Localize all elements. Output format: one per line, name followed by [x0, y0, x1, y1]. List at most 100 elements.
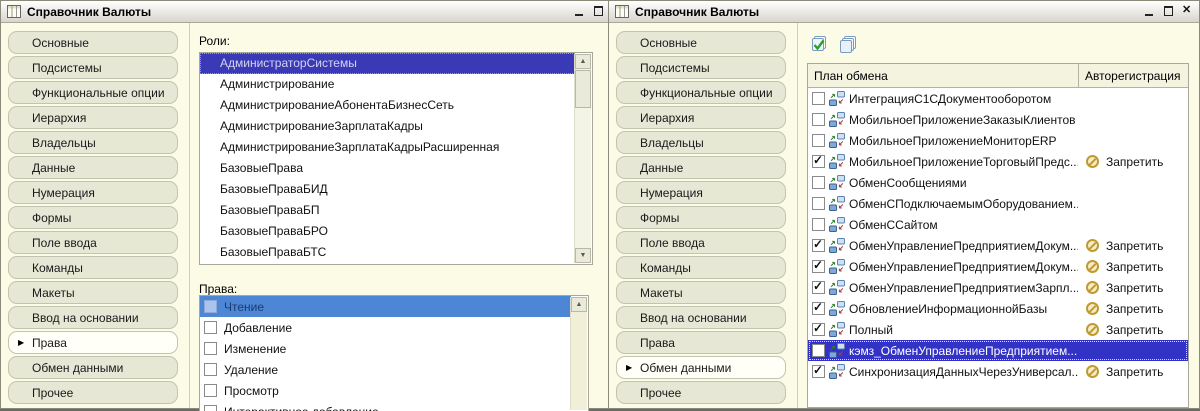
sidebar-tab[interactable]: ▶ Права: [616, 331, 786, 354]
sidebar-tab[interactable]: ▶ Макеты: [8, 281, 178, 304]
sidebar-tab[interactable]: ▶ Поле ввода: [8, 231, 178, 254]
exchange-plan-row[interactable]: ✓ МобильноеПриложениеМониторERP: [808, 130, 1188, 151]
clear-all-flags-button[interactable]: [838, 34, 858, 54]
sidebar-tab[interactable]: ▶ Поле ввода: [616, 231, 786, 254]
exchange-plan-checkbox[interactable]: ✓: [812, 218, 825, 231]
sidebar-tab[interactable]: ▶ Иерархия: [8, 106, 178, 129]
exchange-plan-row[interactable]: ✓ МобильноеПриложениеТорговыйПредс... За…: [808, 151, 1188, 172]
exchange-plan-cell: ✓ ОбменУправлениеПредприятиемДокум...: [808, 238, 1078, 254]
sidebar-tab-label: Основные: [32, 36, 89, 50]
exchange-plan-row[interactable]: ✓ ОбменСообщениями: [808, 172, 1188, 193]
maximize-icon[interactable]: [593, 6, 604, 17]
set-all-flags-button[interactable]: [809, 34, 829, 54]
exchange-plan-checkbox[interactable]: ✓: [812, 155, 825, 168]
exchange-plan-row[interactable]: ✓ ОбменУправлениеПредприятиемДокум... За…: [808, 235, 1188, 256]
exchange-plan-row[interactable]: ✓ ОбменСПодключаемымОборудованием...: [808, 193, 1188, 214]
exchange-plan-checkbox[interactable]: ✓: [812, 281, 825, 294]
sidebar-tab[interactable]: ▶ Нумерация: [8, 181, 178, 204]
maximize-icon[interactable]: [1163, 6, 1174, 17]
right-list-item[interactable]: ✓ Интерактивное добавление: [200, 401, 571, 411]
sidebar-tab[interactable]: ▶ Владельцы: [8, 131, 178, 154]
exchange-plan-checkbox[interactable]: ✓: [812, 302, 825, 315]
roles-scrollbar[interactable]: ▲ ▼: [574, 54, 591, 263]
exchange-plan-row[interactable]: ✓ ОбменУправлениеПредприятиемДокум... За…: [808, 256, 1188, 277]
exchange-plan-checkbox[interactable]: ✓: [812, 323, 825, 336]
role-list-item[interactable]: БазовыеПраваБТС: [200, 242, 575, 263]
scrollbar-thumb[interactable]: [575, 70, 591, 108]
right-checkbox[interactable]: ✓: [204, 384, 217, 397]
right-list-item[interactable]: ✓ Добавление: [200, 317, 571, 338]
role-list-item[interactable]: БазовыеПраваБРО: [200, 221, 575, 242]
title-bar[interactable]: Справочник Валюты: [609, 1, 1199, 23]
right-list-item[interactable]: ✓ Чтение: [200, 296, 571, 317]
sidebar-tab[interactable]: ▶ Функциональные опции: [616, 81, 786, 104]
close-icon[interactable]: [1182, 6, 1193, 17]
sidebar-tab[interactable]: ▶ Ввод на основании: [616, 306, 786, 329]
sidebar-tab[interactable]: ▶ Основные: [616, 31, 786, 54]
minimize-icon[interactable]: [1144, 6, 1155, 17]
exchange-plan-checkbox[interactable]: ✓: [812, 92, 825, 105]
sidebar-tab[interactable]: ▶ Подсистемы: [8, 56, 178, 79]
sidebar-tab[interactable]: ▶ Данные: [616, 156, 786, 179]
sidebar-tab[interactable]: ▶ Формы: [616, 206, 786, 229]
sidebar-tab[interactable]: ▶ Нумерация: [616, 181, 786, 204]
exchange-plan-row[interactable]: ✓ кэмз_ОбменУправлениеПредприятием...: [808, 340, 1188, 361]
exchange-plan-checkbox[interactable]: ✓: [812, 344, 825, 357]
right-checkbox[interactable]: ✓: [204, 363, 217, 376]
right-list-item[interactable]: ✓ Просмотр: [200, 380, 571, 401]
sidebar-tab[interactable]: ▶ Ввод на основании: [8, 306, 178, 329]
role-list-item[interactable]: БазовыеПрава: [200, 158, 575, 179]
sidebar-tab[interactable]: ▶ Иерархия: [616, 106, 786, 129]
exchange-plan-checkbox[interactable]: ✓: [812, 113, 825, 126]
exchange-plan-checkbox[interactable]: ✓: [812, 134, 825, 147]
sidebar-tab[interactable]: ▶ Обмен данными: [8, 356, 178, 379]
title-bar[interactable]: Справочник Валюты: [1, 1, 629, 23]
exchange-plan-checkbox[interactable]: ✓: [812, 260, 825, 273]
exchange-plan-row[interactable]: ✓ МобильноеПриложениеЗаказыКлиентов: [808, 109, 1188, 130]
rights-scrollbar[interactable]: ▲: [570, 297, 587, 410]
sidebar-tab[interactable]: ▶ Обмен данными: [616, 356, 786, 379]
sidebar-tab[interactable]: ▶ Подсистемы: [616, 56, 786, 79]
exchange-plan-row[interactable]: ✓ СинхронизацияДанныхЧерезУниверсал... З…: [808, 361, 1188, 382]
exchange-plan-checkbox[interactable]: ✓: [812, 197, 825, 210]
role-list-item[interactable]: БазовыеПраваБП: [200, 200, 575, 221]
exchange-plan-row[interactable]: ✓ ОбновлениеИнформационнойБазы Запретить: [808, 298, 1188, 319]
exchange-plan-checkbox[interactable]: ✓: [812, 176, 825, 189]
sidebar-tab[interactable]: ▶ Формы: [8, 206, 178, 229]
right-list-item[interactable]: ✓ Удаление: [200, 359, 571, 380]
right-checkbox[interactable]: ✓: [204, 342, 217, 355]
sidebar-tab[interactable]: ▶ Макеты: [616, 281, 786, 304]
scroll-up-icon[interactable]: ▲: [571, 297, 587, 312]
sidebar-tab[interactable]: ▶ Основные: [8, 31, 178, 54]
exchange-plan-row[interactable]: ✓ ОбменССайтом: [808, 214, 1188, 235]
sidebar-tab[interactable]: ▶ Прочее: [616, 381, 786, 404]
exchange-plan-checkbox[interactable]: ✓: [812, 239, 825, 252]
exchange-plan-row[interactable]: ✓ ИнтеграцияС1СДокументооборотом: [808, 88, 1188, 109]
right-checkbox[interactable]: ✓: [204, 300, 217, 313]
sidebar-tab[interactable]: ▶ Владельцы: [616, 131, 786, 154]
sidebar-tab[interactable]: ▶ Прочее: [8, 381, 178, 404]
sidebar-tab[interactable]: ▶ Функциональные опции: [8, 81, 178, 104]
role-list-item[interactable]: АдминистрированиеЗарплатаКадры: [200, 116, 575, 137]
sidebar-tab[interactable]: ▶ Права: [8, 331, 178, 354]
role-list-item[interactable]: Администрирование: [200, 74, 575, 95]
role-label: АдминистрированиеАбонентаБизнесСеть: [220, 98, 454, 112]
scroll-down-icon[interactable]: ▼: [575, 248, 591, 263]
right-checkbox[interactable]: ✓: [204, 321, 217, 334]
role-list-item[interactable]: АдминистраторСистемы: [200, 53, 575, 74]
selected-tab-marker-icon: ▶: [18, 338, 26, 347]
role-list-item[interactable]: АдминистрированиеЗарплатаКадрыРасширенна…: [200, 137, 575, 158]
role-list-item[interactable]: БазовыеПраваБИД: [200, 179, 575, 200]
sidebar-tab[interactable]: ▶ Команды: [616, 256, 786, 279]
autoregistration-value: Запретить: [1106, 281, 1163, 295]
right-checkbox[interactable]: ✓: [204, 405, 217, 411]
right-list-item[interactable]: ✓ Изменение: [200, 338, 571, 359]
sidebar-tab[interactable]: ▶ Команды: [8, 256, 178, 279]
exchange-plan-row[interactable]: ✓ ОбменУправлениеПредприятиемЗарпл... За…: [808, 277, 1188, 298]
exchange-plan-checkbox[interactable]: ✓: [812, 365, 825, 378]
minimize-icon[interactable]: [574, 6, 585, 17]
sidebar-tab[interactable]: ▶ Данные: [8, 156, 178, 179]
exchange-plan-row[interactable]: ✓ Полный Запретить: [808, 319, 1188, 340]
role-list-item[interactable]: АдминистрированиеАбонентаБизнесСеть: [200, 95, 575, 116]
scroll-up-icon[interactable]: ▲: [575, 54, 591, 69]
